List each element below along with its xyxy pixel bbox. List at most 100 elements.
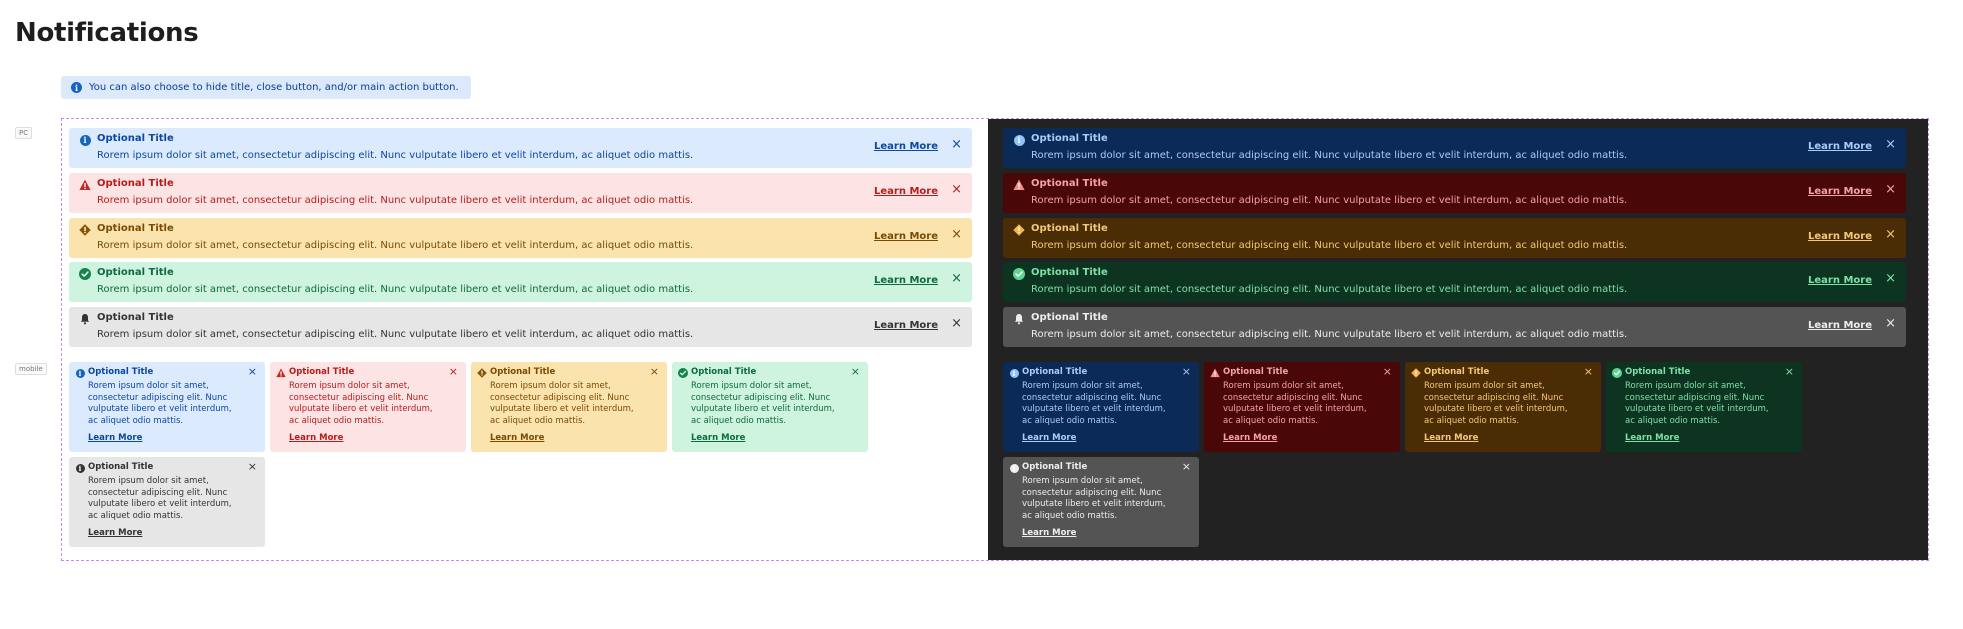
warning-triangle-icon: [1210, 368, 1220, 378]
notification-title: Optional Title: [97, 223, 174, 234]
close-icon[interactable]: ×: [248, 366, 257, 377]
notification-light-mobile-warning: Optional Title Rorem ipsum dolor sit ame…: [471, 362, 667, 452]
notification-light-pc-info: i Optional Title Rorem ipsum dolor sit a…: [69, 128, 972, 168]
info-icon: i: [1009, 463, 1019, 473]
learn-more-link[interactable]: Learn More: [874, 141, 938, 152]
info-icon: i: [79, 134, 91, 146]
close-icon[interactable]: ×: [1885, 183, 1896, 196]
notification-title: Optional Title: [88, 462, 154, 472]
notification-message: Rorem ipsum dolor sit amet, consectetur …: [1625, 381, 1769, 426]
close-icon[interactable]: ×: [1584, 366, 1593, 377]
notification-dark-mobile-error: Optional Title Rorem ipsum dolor sit ame…: [1204, 362, 1400, 452]
notification-message: Rorem ipsum dolor sit amet, consectetur …: [1031, 150, 1628, 161]
info-icon: i: [75, 368, 85, 378]
close-icon[interactable]: ×: [951, 228, 962, 241]
notification-title: Optional Title: [1031, 312, 1108, 323]
learn-more-link[interactable]: Learn More: [691, 433, 745, 443]
notification-message: Rorem ipsum dolor sit amet, consectetur …: [1031, 329, 1628, 340]
notification-title: Optional Title: [691, 367, 757, 377]
learn-more-link[interactable]: Learn More: [1022, 528, 1076, 538]
notification-title: Optional Title: [1223, 367, 1289, 377]
notification-message: Rorem ipsum dolor sit amet, consectetur …: [691, 381, 835, 426]
close-icon[interactable]: ×: [951, 183, 962, 196]
close-icon[interactable]: ×: [1885, 272, 1896, 285]
check-circle-icon: [1013, 268, 1025, 280]
learn-more-link[interactable]: Learn More: [490, 433, 544, 443]
learn-more-link[interactable]: Learn More: [88, 528, 142, 538]
notification-message: Rorem ipsum dolor sit amet, consectetur …: [88, 476, 232, 521]
close-icon[interactable]: ×: [248, 461, 257, 472]
notification-message: Rorem ipsum dolor sit amet, consectetur …: [1424, 381, 1568, 426]
warning-triangle-icon: [276, 368, 286, 378]
notification-message: Rorem ipsum dolor sit amet, consectetur …: [97, 150, 694, 161]
close-icon[interactable]: ×: [851, 366, 860, 377]
notification-title: Optional Title: [1022, 462, 1088, 472]
warning-triangle-icon: [1013, 179, 1025, 191]
info-hint-banner: i You can also choose to hide title, clo…: [61, 76, 471, 99]
learn-more-link[interactable]: Learn More: [874, 186, 938, 197]
mobile-label: mobile: [15, 363, 47, 375]
close-icon[interactable]: ×: [1885, 317, 1896, 330]
bell-icon: [79, 313, 91, 325]
learn-more-link[interactable]: Learn More: [1022, 433, 1076, 443]
learn-more-link[interactable]: Learn More: [1424, 433, 1478, 443]
page-title: Notifications: [15, 18, 199, 48]
notification-title: Optional Title: [490, 367, 556, 377]
notification-title: Optional Title: [97, 267, 174, 278]
notification-dark-pc-neutral: Optional Title Rorem ipsum dolor sit ame…: [1003, 307, 1906, 347]
warning-diamond-icon: [79, 224, 91, 236]
notification-title: Optional Title: [1022, 367, 1088, 377]
close-icon[interactable]: ×: [951, 138, 962, 151]
notification-title: Optional Title: [1031, 178, 1108, 189]
learn-more-link[interactable]: Learn More: [1808, 231, 1872, 242]
notification-title: Optional Title: [1625, 367, 1691, 377]
learn-more-link[interactable]: Learn More: [1223, 433, 1277, 443]
learn-more-link[interactable]: Learn More: [1808, 186, 1872, 197]
notification-title: Optional Title: [1031, 223, 1108, 234]
close-icon[interactable]: ×: [951, 317, 962, 330]
pc-label: PC: [15, 127, 33, 139]
close-icon[interactable]: ×: [1182, 461, 1191, 472]
notification-dark-pc-error: Optional Title Rorem ipsum dolor sit ame…: [1003, 173, 1906, 213]
notification-message: Rorem ipsum dolor sit amet, consectetur …: [1031, 284, 1628, 295]
close-icon[interactable]: ×: [1885, 138, 1896, 151]
learn-more-link[interactable]: Learn More: [1808, 275, 1872, 286]
notification-message: Rorem ipsum dolor sit amet, consectetur …: [88, 381, 232, 426]
info-icon: i: [1013, 134, 1025, 146]
learn-more-link[interactable]: Learn More: [874, 275, 938, 286]
info-icon: i: [71, 82, 82, 93]
learn-more-link[interactable]: Learn More: [1625, 433, 1679, 443]
notification-title: Optional Title: [97, 312, 174, 323]
warning-triangle-icon: [79, 179, 91, 191]
notification-light-mobile-success: Optional Title Rorem ipsum dolor sit ame…: [672, 362, 868, 452]
bell-icon: [1013, 313, 1025, 325]
close-icon[interactable]: ×: [1383, 366, 1392, 377]
learn-more-link[interactable]: Learn More: [874, 231, 938, 242]
close-icon[interactable]: ×: [951, 272, 962, 285]
notification-message: Rorem ipsum dolor sit amet, consectetur …: [289, 381, 433, 426]
close-icon[interactable]: ×: [449, 366, 458, 377]
learn-more-link[interactable]: Learn More: [289, 433, 343, 443]
warning-diamond-icon: [477, 368, 487, 378]
notification-dark-mobile-success: Optional Title Rorem ipsum dolor sit ame…: [1606, 362, 1802, 452]
close-icon[interactable]: ×: [650, 366, 659, 377]
notification-light-pc-warning: Optional Title Rorem ipsum dolor sit ame…: [69, 218, 972, 258]
warning-diamond-icon: [1411, 368, 1421, 378]
learn-more-link[interactable]: Learn More: [874, 320, 938, 331]
notification-dark-mobile-warning: Optional Title Rorem ipsum dolor sit ame…: [1405, 362, 1601, 452]
notification-message: Rorem ipsum dolor sit amet, consectetur …: [97, 240, 694, 251]
notification-title: Optional Title: [1424, 367, 1490, 377]
notification-message: Rorem ipsum dolor sit amet, consectetur …: [1031, 240, 1628, 251]
notification-message: Rorem ipsum dolor sit amet, consectetur …: [1022, 381, 1166, 426]
notification-title: Optional Title: [88, 367, 154, 377]
close-icon[interactable]: ×: [1182, 366, 1191, 377]
notification-title: Optional Title: [1031, 267, 1108, 278]
close-icon[interactable]: ×: [1785, 366, 1794, 377]
check-circle-icon: [678, 368, 688, 378]
close-icon[interactable]: ×: [1885, 228, 1896, 241]
learn-more-link[interactable]: Learn More: [1808, 320, 1872, 331]
notification-light-mobile-info: i Optional Title Rorem ipsum dolor sit a…: [69, 362, 265, 452]
learn-more-link[interactable]: Learn More: [88, 433, 142, 443]
learn-more-link[interactable]: Learn More: [1808, 141, 1872, 152]
notification-message: Rorem ipsum dolor sit amet, consectetur …: [1022, 476, 1166, 521]
